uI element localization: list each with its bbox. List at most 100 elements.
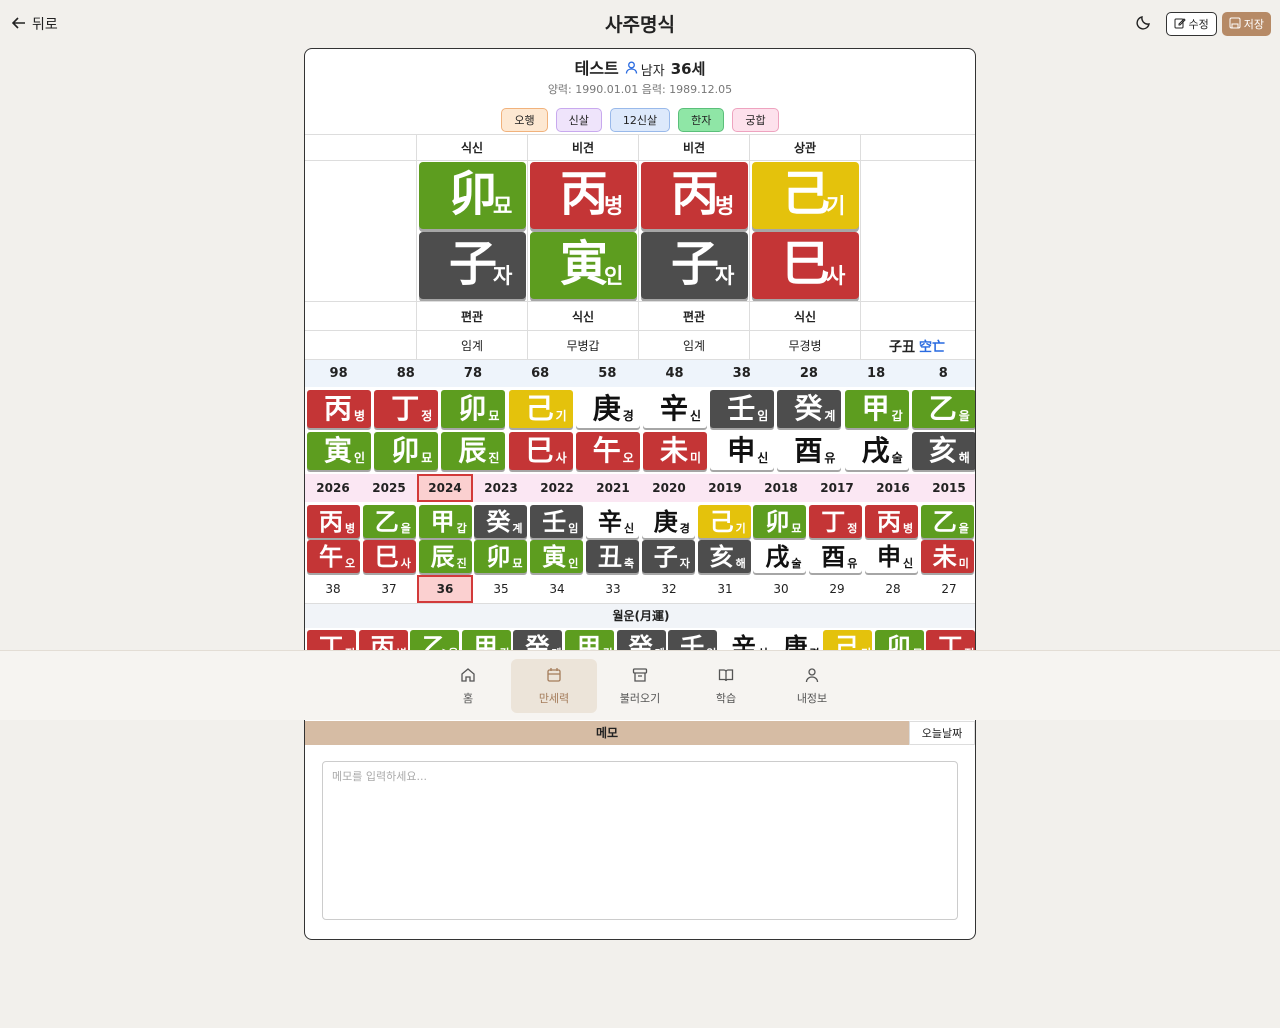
today-date-button[interactable]: 오늘날짜 bbox=[909, 721, 975, 745]
ganji-tile[interactable]: 戌술 bbox=[753, 540, 807, 573]
ganji-tile[interactable]: 申신 bbox=[865, 540, 918, 573]
memo-input[interactable]: 메모를 입력하세요... bbox=[322, 761, 958, 920]
seun-year[interactable]: 2017 bbox=[809, 474, 865, 502]
daeun-age[interactable]: 88 bbox=[372, 360, 439, 387]
ganji-tile[interactable]: 卯묘 bbox=[474, 540, 528, 573]
ganji-tile[interactable]: 辛신 bbox=[643, 390, 707, 428]
daeun-age[interactable]: 48 bbox=[641, 360, 708, 387]
seun-year[interactable]: 2018 bbox=[753, 474, 809, 502]
seun-age[interactable]: 33 bbox=[585, 575, 641, 603]
nav-item-archive[interactable]: 불러오기 bbox=[597, 659, 683, 713]
seun-year[interactable]: 2020 bbox=[641, 474, 697, 502]
ganji-tile[interactable]: 辛신 bbox=[586, 505, 639, 538]
ganji-tile[interactable]: 丑축 bbox=[586, 540, 639, 573]
ganji-tile[interactable]: 辰진 bbox=[441, 432, 506, 470]
ganji-tile[interactable]: 癸계 bbox=[474, 505, 528, 538]
seun-year[interactable]: 2022 bbox=[529, 474, 585, 502]
seun-age[interactable]: 31 bbox=[697, 575, 753, 603]
save-button[interactable]: 저장 bbox=[1221, 12, 1271, 36]
seun-age[interactable]: 36 bbox=[417, 575, 473, 603]
ganji-tile[interactable]: 丙병 bbox=[865, 505, 918, 538]
daeun-age[interactable]: 38 bbox=[708, 360, 775, 387]
hangul-char: 병 bbox=[604, 194, 624, 218]
ganji-tile[interactable]: 壬임 bbox=[710, 390, 775, 428]
ganji-tile[interactable]: 戌술 bbox=[844, 432, 909, 470]
daeun-age[interactable]: 98 bbox=[305, 360, 372, 387]
seun-year[interactable]: 2021 bbox=[585, 474, 641, 502]
seun-age[interactable]: 29 bbox=[809, 575, 865, 603]
ganji-tile[interactable]: 卯묘 bbox=[374, 432, 439, 470]
ganji-tile[interactable]: 庚경 bbox=[575, 390, 640, 428]
ganji-tile[interactable]: 卯묘 bbox=[441, 390, 506, 428]
ganji-tile[interactable]: 未미 bbox=[643, 432, 707, 470]
ganji-tile[interactable]: 癸계 bbox=[777, 390, 842, 428]
hanja-char: 庚 bbox=[653, 507, 678, 536]
ganji-tile[interactable]: 甲갑 bbox=[418, 505, 472, 538]
nav-item-calendar[interactable]: 만세력 bbox=[511, 659, 597, 713]
seun-age[interactable]: 37 bbox=[361, 575, 417, 603]
ganji-tile[interactable]: 卯묘 bbox=[753, 505, 807, 538]
ganji-tile[interactable]: 丁정 bbox=[809, 505, 863, 538]
ganji-tile[interactable]: 己기 bbox=[508, 390, 573, 428]
hanja-char: 丙 bbox=[324, 392, 353, 425]
daeun-age[interactable]: 78 bbox=[439, 360, 506, 387]
seun-year[interactable]: 2019 bbox=[697, 474, 753, 502]
ganji-tile[interactable]: 丁정 bbox=[374, 390, 439, 428]
daeun-age[interactable]: 28 bbox=[775, 360, 842, 387]
seun-age[interactable]: 30 bbox=[753, 575, 809, 603]
ganji-tile[interactable]: 巳사 bbox=[362, 540, 416, 573]
seun-age[interactable]: 32 bbox=[641, 575, 697, 603]
ganji-tile[interactable]: 乙을 bbox=[362, 505, 416, 538]
ganji-tile[interactable]: 酉유 bbox=[777, 432, 842, 470]
daeun-age[interactable]: 8 bbox=[910, 360, 975, 387]
seun-age[interactable]: 34 bbox=[529, 575, 585, 603]
nav-item-home[interactable]: 홈 bbox=[425, 659, 511, 713]
nav-item-book[interactable]: 학습 bbox=[683, 659, 769, 713]
memo-header: 메모 bbox=[305, 721, 909, 745]
seun-age[interactable]: 27 bbox=[921, 575, 975, 603]
seun-age[interactable]: 35 bbox=[473, 575, 529, 603]
ganji-tile[interactable]: 丙병 bbox=[307, 390, 371, 428]
daeun-age[interactable]: 58 bbox=[574, 360, 641, 387]
ganji-tile[interactable]: 申신 bbox=[710, 432, 775, 470]
ganji-tile[interactable]: 亥해 bbox=[697, 540, 751, 573]
ganji-tile[interactable]: 酉유 bbox=[809, 540, 863, 573]
ganji-tile[interactable]: 巳사 bbox=[508, 432, 573, 470]
daeun-age[interactable]: 18 bbox=[843, 360, 910, 387]
nav-item-user[interactable]: 내정보 bbox=[769, 659, 855, 713]
seun-year[interactable]: 2015 bbox=[921, 474, 975, 502]
chip-3[interactable]: 한자 bbox=[678, 108, 725, 132]
ganji-tile[interactable]: 寅인 bbox=[530, 540, 584, 573]
seun-year[interactable]: 2016 bbox=[865, 474, 921, 502]
ganji-tile[interactable]: 甲갑 bbox=[844, 390, 909, 428]
seun-year[interactable]: 2024 bbox=[417, 474, 473, 502]
ganji-tile[interactable]: 庚경 bbox=[641, 505, 695, 538]
daeun-age[interactable]: 68 bbox=[507, 360, 574, 387]
ganji-tile[interactable]: 辰진 bbox=[418, 540, 472, 573]
chip-0[interactable]: 오행 bbox=[501, 108, 548, 132]
ganji-tile[interactable]: 乙을 bbox=[920, 505, 974, 538]
ganji-tile[interactable]: 亥해 bbox=[911, 432, 975, 470]
chip-1[interactable]: 신살 bbox=[555, 108, 602, 132]
ganji-tile[interactable]: 午오 bbox=[307, 540, 360, 573]
topLabels-cell: 상관 bbox=[750, 135, 861, 160]
chip-2[interactable]: 12신살 bbox=[609, 108, 671, 132]
ganji-tile[interactable]: 未미 bbox=[920, 540, 974, 573]
ganji-tile[interactable]: 午오 bbox=[575, 432, 640, 470]
ganji-tile[interactable]: 子자 bbox=[641, 540, 695, 573]
ganji-tile[interactable]: 壬임 bbox=[530, 505, 584, 538]
seun-year[interactable]: 2026 bbox=[305, 474, 361, 502]
seun-year[interactable]: 2025 bbox=[361, 474, 417, 502]
edit-button[interactable]: 수정 bbox=[1165, 12, 1217, 36]
seun-year[interactable]: 2023 bbox=[473, 474, 529, 502]
hangul-char: 기 bbox=[555, 409, 567, 423]
ganji-tile[interactable]: 寅인 bbox=[307, 432, 371, 470]
ganji-tile[interactable]: 丙병 bbox=[307, 505, 360, 538]
chip-4[interactable]: 궁합 bbox=[732, 108, 779, 132]
ganji-tile[interactable]: 乙을 bbox=[911, 390, 975, 428]
ganji-tile[interactable]: 己기 bbox=[697, 505, 751, 538]
seun-age[interactable]: 38 bbox=[305, 575, 361, 603]
seun-age[interactable]: 28 bbox=[865, 575, 921, 603]
hidden-stems-row: 임계 무병갑 임계 무경병 子丑 空亡 bbox=[305, 330, 975, 359]
dark-mode-toggle[interactable] bbox=[1133, 13, 1155, 35]
